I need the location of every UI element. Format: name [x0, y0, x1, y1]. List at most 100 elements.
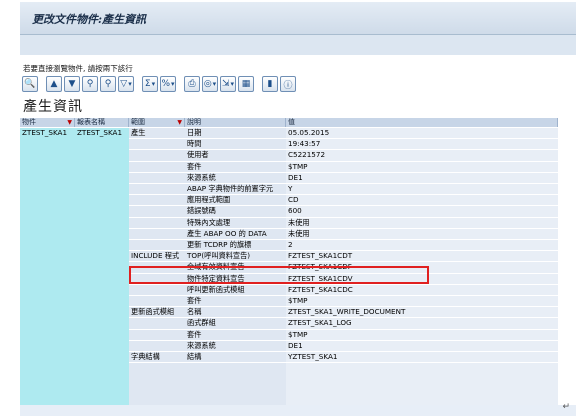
- row-divider: [185, 149, 286, 151]
- report-cell[interactable]: ZTEST_SKA1: [75, 128, 122, 138]
- row-divider: [286, 362, 558, 364]
- sum-icon[interactable]: Σ: [142, 76, 158, 92]
- value-cell[interactable]: 未使用: [286, 218, 310, 228]
- export-icon[interactable]: ⇲: [220, 76, 236, 92]
- row-divider: [185, 317, 286, 319]
- sort-marker-icon: ▼: [177, 119, 182, 126]
- description-cell[interactable]: 函式群組: [185, 318, 216, 328]
- subtotal-icon[interactable]: %: [160, 76, 176, 92]
- object-cell[interactable]: ZTEST_SKA1: [20, 128, 67, 138]
- report-column: ZTEST_SKA1: [75, 128, 129, 416]
- row-divider: [129, 183, 185, 184]
- description-cell[interactable]: 應用程式範圍: [185, 195, 230, 205]
- value-cell[interactable]: $TMP: [286, 330, 308, 340]
- section-heading: 產生資訊: [23, 99, 83, 115]
- value-cell[interactable]: ZTEST_SKA1_WRITE_DOCUMENT: [286, 307, 405, 317]
- column-header-report[interactable]: 報表名稱: [75, 118, 129, 127]
- row-divider: [185, 328, 286, 330]
- find-next-icon[interactable]: ⚲: [100, 76, 116, 92]
- row-divider: [129, 317, 185, 319]
- description-cell[interactable]: 來源系統: [185, 173, 216, 183]
- value-cell[interactable]: FZTEST_SKA1CDT: [286, 251, 352, 261]
- row-divider: [286, 194, 558, 196]
- value-cell[interactable]: YZTEST_SKA1: [286, 352, 337, 362]
- row-divider: [185, 160, 286, 162]
- info-icon[interactable]: ⓘ: [280, 76, 296, 92]
- row-divider: [185, 351, 286, 352]
- row-divider: [185, 138, 286, 140]
- row-divider: [286, 227, 558, 229]
- application-toolbar: [20, 35, 576, 55]
- row-divider: [286, 171, 558, 173]
- value-cell[interactable]: FZTEST_SKA1CDC: [286, 285, 353, 295]
- row-divider: [129, 171, 185, 173]
- row-divider: [129, 227, 185, 229]
- details-icon[interactable]: 🔍: [22, 76, 38, 92]
- scope-cell[interactable]: 字典結構: [129, 352, 160, 362]
- views-icon[interactable]: ◎: [202, 76, 218, 92]
- value-cell[interactable]: 2: [286, 240, 293, 250]
- description-cell[interactable]: 套件: [185, 330, 201, 340]
- value-cell[interactable]: 19:43:57: [286, 139, 320, 149]
- filter-icon[interactable]: ▽: [118, 76, 134, 92]
- row-divider: [129, 362, 185, 364]
- scope-cell[interactable]: 產生: [129, 128, 145, 138]
- row-divider: [185, 261, 286, 263]
- row-divider: [286, 295, 558, 296]
- row-divider: [286, 149, 558, 151]
- column-header-label: 說明: [187, 118, 201, 126]
- description-cell[interactable]: 使用者: [185, 150, 209, 160]
- description-cell[interactable]: 特殊內文處理: [185, 218, 230, 228]
- description-cell[interactable]: 錯誤號碼: [185, 206, 216, 216]
- row-divider: [286, 306, 558, 308]
- row-divider: [286, 160, 558, 162]
- scope-cell[interactable]: INCLUDE 程式: [129, 251, 179, 261]
- value-cell[interactable]: ZTEST_SKA1_LOG: [286, 318, 352, 328]
- row-divider: [129, 295, 185, 296]
- graphic-icon[interactable]: ▮: [262, 76, 278, 92]
- row-divider: [185, 239, 286, 240]
- value-cell[interactable]: 05.05.2015: [286, 128, 329, 138]
- layout-icon[interactable]: ▦: [238, 76, 254, 92]
- scope-cell[interactable]: 更新函式模組: [129, 307, 174, 317]
- description-cell[interactable]: ABAP 字典物件的前置字元: [185, 184, 273, 194]
- description-cell[interactable]: 來源系統: [185, 341, 216, 351]
- sort-ascending-icon[interactable]: ▲: [46, 76, 62, 92]
- column-header-label: 物件: [22, 118, 36, 126]
- description-cell[interactable]: 名稱: [185, 307, 201, 317]
- description-cell[interactable]: 呼叫更新函式模組: [185, 285, 245, 295]
- grid-footer: [20, 405, 576, 416]
- column-header-object[interactable]: 物件 ▼: [20, 118, 75, 127]
- find-icon[interactable]: ⚲: [82, 76, 98, 92]
- column-header-scope[interactable]: 範圍 ▼: [129, 118, 185, 127]
- row-divider: [286, 183, 558, 184]
- description-cell[interactable]: TOP(呼叫資料宣告): [185, 251, 250, 261]
- column-header-description[interactable]: 說明: [185, 118, 286, 127]
- row-divider: [129, 216, 185, 218]
- row-divider: [286, 138, 558, 140]
- value-cell[interactable]: $TMP: [286, 162, 308, 172]
- cursor-icon: ↵: [562, 402, 570, 412]
- row-divider: [286, 339, 558, 341]
- column-header-value[interactable]: 值: [286, 118, 558, 127]
- description-cell[interactable]: 日期: [185, 128, 201, 138]
- description-cell[interactable]: 時間: [185, 139, 201, 149]
- value-cell[interactable]: Y: [286, 184, 292, 194]
- row-divider: [185, 205, 286, 207]
- value-cell[interactable]: $TMP: [286, 296, 308, 306]
- value-cell[interactable]: 600: [286, 206, 302, 216]
- print-icon[interactable]: ⎙: [184, 76, 200, 92]
- value-cell[interactable]: 未使用: [286, 229, 310, 239]
- row-divider: [129, 194, 185, 196]
- value-cell[interactable]: CD: [286, 195, 299, 205]
- description-cell[interactable]: 套件: [185, 162, 201, 172]
- description-cell[interactable]: 結構: [185, 352, 201, 362]
- value-cell[interactable]: DE1: [286, 173, 303, 183]
- value-cell[interactable]: DE1: [286, 341, 303, 351]
- description-cell[interactable]: 更新 TCDRP 的旗標: [185, 240, 251, 250]
- sort-descending-icon[interactable]: ▼: [64, 76, 80, 92]
- description-cell[interactable]: 產生 ABAP OO 的 DATA: [185, 229, 267, 239]
- value-cell[interactable]: C5221572: [286, 150, 325, 160]
- row-divider: [185, 194, 286, 196]
- description-cell[interactable]: 套件: [185, 296, 201, 306]
